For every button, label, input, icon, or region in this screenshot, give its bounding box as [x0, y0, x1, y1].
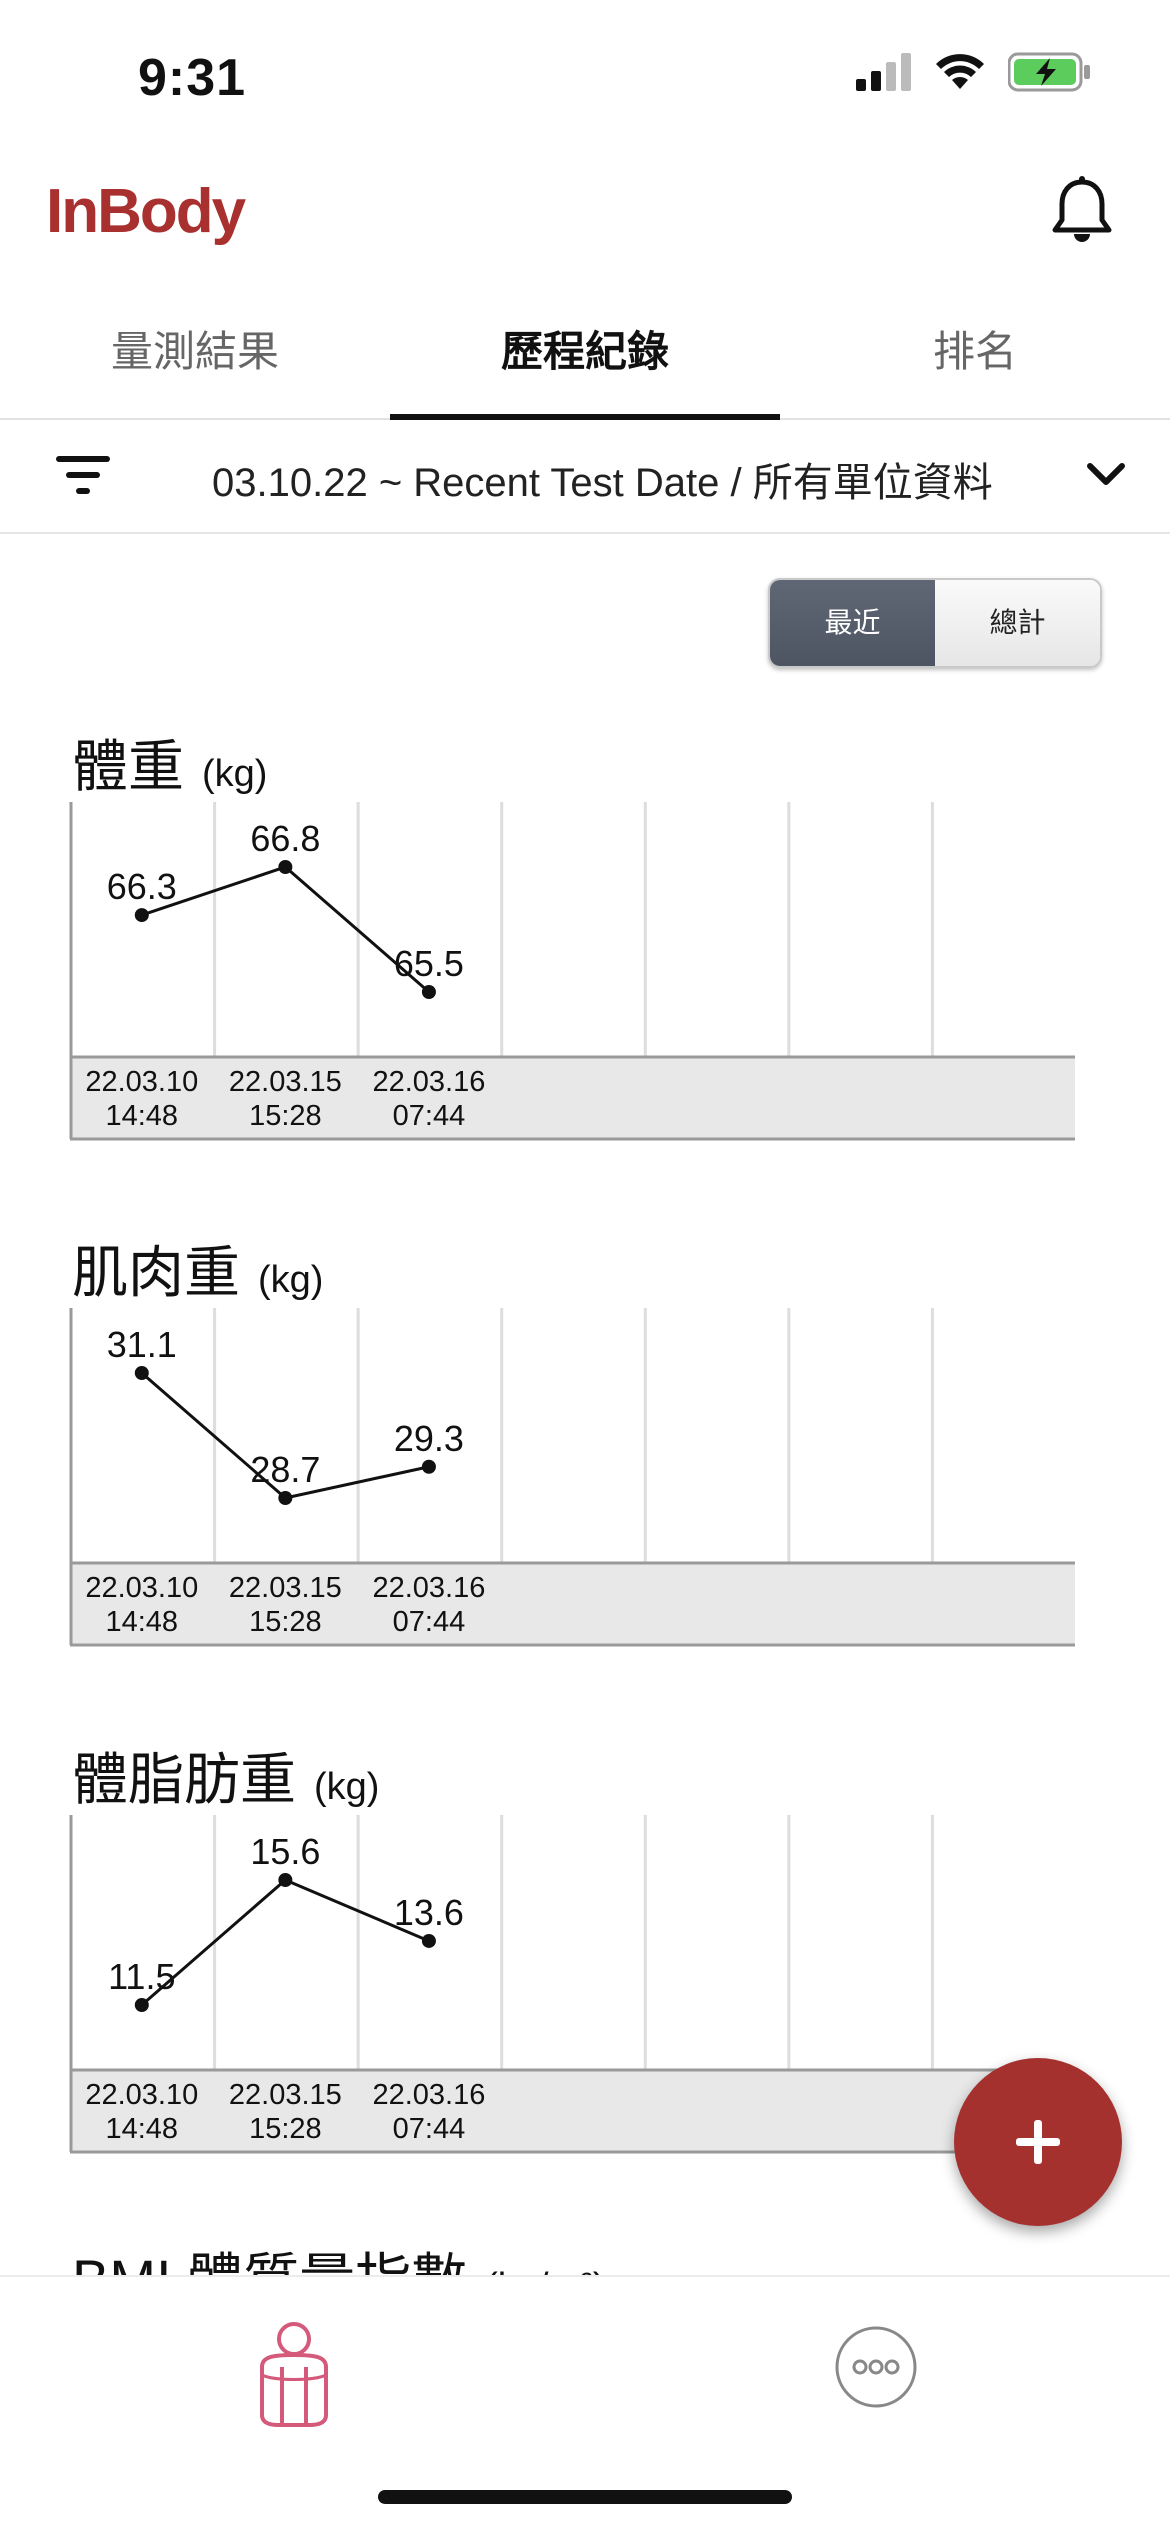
wifi-icon: [936, 54, 984, 89]
x-tick-label: 22.03.15: [229, 2079, 342, 2111]
x-tick-label: 15:28: [249, 1606, 322, 1638]
profile-icon[interactable]: [244, 2319, 344, 2429]
data-label: 28.7: [250, 1449, 320, 1490]
x-tick-label: 22.03.16: [372, 1066, 485, 1098]
data-point: [278, 1873, 293, 1887]
data-label: 66.3: [107, 866, 177, 907]
weight-line-chart: 66.3 22.03.1014:48 66.8 22.03.1515:28 65.5 22…: [69, 802, 1075, 1141]
data-point: [421, 1459, 436, 1474]
x-tick-label: 15:28: [249, 1100, 322, 1132]
data-label: 65.5: [394, 943, 464, 984]
chart-unit: (kg): [258, 1259, 324, 1301]
tab-measurement-results[interactable]: 量測結果: [0, 300, 390, 418]
data-point: [421, 1933, 436, 1948]
home-indicator: [378, 2490, 792, 2504]
add-measurement-button[interactable]: [954, 2058, 1122, 2226]
bell-icon[interactable]: [1050, 176, 1114, 248]
data-label: 29.3: [394, 1418, 464, 1459]
filter-icon[interactable]: [54, 452, 114, 500]
recent-total-toggle: 最近 總計: [768, 578, 1102, 668]
x-tick-label: 07:44: [393, 1100, 466, 1132]
filter-row[interactable]: 03.10.22 ~ Recent Test Date / 所有單位資料: [0, 420, 1170, 534]
data-line: [140, 1878, 430, 2007]
chart-title: 體重 (kg): [72, 722, 267, 803]
data-label: 66.8: [250, 818, 320, 859]
more-icon[interactable]: [834, 2325, 918, 2409]
x-tick-label: 22.03.10: [85, 1572, 198, 1604]
battery-charging-icon: [1008, 52, 1090, 92]
x-tick-label: 14:48: [105, 1100, 178, 1132]
x-tick-label: 22.03.10: [85, 2079, 198, 2111]
data-point: [278, 860, 293, 874]
muscle-mass-chart-section: 肌肉重 (kg) 31.1 22.03.10 14:48 28.7 22.03.15 15:…: [0, 1228, 1170, 1668]
chart-unit: (kg): [314, 1766, 380, 1808]
x-tick-label: 07:44: [393, 2113, 466, 2145]
x-axis-band: [70, 1563, 1075, 1645]
data-point: [421, 985, 436, 999]
weight-chart-section: 體重 (kg) 66.3 22.03.10 14:48 66.8 22.03.15 15:2…: [0, 722, 1170, 1162]
x-tick-label: 07:44: [393, 1606, 466, 1638]
x-tick-label: 22.03.15: [229, 1066, 342, 1098]
status-bar: 9:31: [0, 0, 1170, 150]
cellular-signal-icon: [856, 53, 911, 91]
x-tick-label: 22.03.15: [229, 1572, 342, 1604]
status-time: 9:31: [138, 49, 247, 107]
data-point: [134, 1998, 149, 2012]
chart-title-text: 體重: [72, 735, 184, 798]
toggle-recent-button[interactable]: 最近: [770, 580, 935, 666]
chart-title-text: 肌肉重: [72, 1241, 240, 1304]
main-tabs: 量測結果 歷程紀錄 排名: [0, 300, 1170, 420]
chevron-down-icon[interactable]: [1084, 456, 1128, 496]
chart-unit: (kg): [202, 753, 268, 795]
data-label: 13.6: [394, 1892, 464, 1933]
x-tick-label: 22.03.10: [85, 1066, 198, 1098]
data-label: 15.6: [250, 1831, 320, 1872]
x-tick-label: 15:28: [249, 2113, 322, 2145]
toggle-total-button[interactable]: 總計: [935, 580, 1100, 666]
chart-title: 體脂肪重 (kg): [72, 1735, 379, 1816]
data-point: [134, 908, 149, 923]
chart-title: 肌肉重 (kg): [72, 1228, 323, 1309]
muscle-mass-line-chart: 31.1 22.03.1014:48 28.7 22.03.1515:28 29.3 22…: [69, 1308, 1075, 1647]
x-tick-label: 14:48: [105, 1606, 178, 1638]
x-axis-band: [70, 2070, 1075, 2152]
app-header: InBody: [0, 160, 1170, 270]
plus-icon: [1016, 2120, 1060, 2164]
inbody-logo: InBody: [46, 177, 246, 246]
data-label: 11.5: [108, 1956, 175, 1997]
x-tick-label: 22.03.16: [372, 2079, 485, 2111]
date-range-filter-label[interactable]: 03.10.22 ~ Recent Test Date / 所有單位資料: [212, 450, 993, 508]
body-fat-mass-line-chart: 11.5 22.03.1014:48 15.6 22.03.1515:28 13.6 22…: [69, 1815, 1075, 2154]
x-tick-label: 22.03.16: [372, 1572, 485, 1604]
data-line: [141, 865, 430, 994]
x-tick-label: 14:48: [105, 2113, 178, 2145]
data-point: [134, 1366, 149, 1380]
tab-ranking[interactable]: 排名: [780, 300, 1170, 418]
x-axis-band: [70, 1057, 1075, 1139]
chart-title-text: 體脂肪重: [72, 1748, 296, 1811]
data-label: 31.1: [107, 1324, 177, 1365]
data-point: [278, 1491, 293, 1505]
status-icons: [856, 52, 1092, 92]
tab-history[interactable]: 歷程紀錄: [390, 300, 780, 420]
